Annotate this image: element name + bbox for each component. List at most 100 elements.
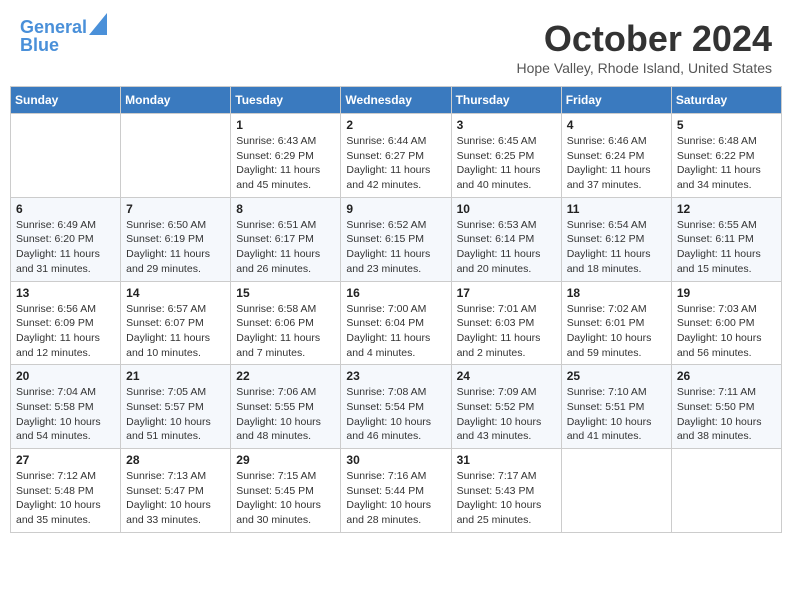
day-number: 29	[236, 453, 335, 467]
month-title: October 2024	[516, 18, 772, 60]
day-number: 28	[126, 453, 225, 467]
calendar-cell: 24 Sunrise: 7:09 AMSunset: 5:52 PMDayligh…	[451, 365, 561, 449]
day-info: Sunrise: 6:50 AMSunset: 6:19 PMDaylight:…	[126, 218, 225, 277]
day-info: Sunrise: 7:02 AMSunset: 6:01 PMDaylight:…	[567, 302, 666, 361]
day-number: 8	[236, 202, 335, 216]
day-number: 16	[346, 286, 445, 300]
day-number: 6	[16, 202, 115, 216]
day-number: 2	[346, 118, 445, 132]
day-number: 21	[126, 369, 225, 383]
calendar-cell: 14 Sunrise: 6:57 AMSunset: 6:07 PMDayligh…	[121, 281, 231, 365]
calendar-cell: 28 Sunrise: 7:13 AMSunset: 5:47 PMDayligh…	[121, 449, 231, 533]
day-info: Sunrise: 6:43 AMSunset: 6:29 PMDaylight:…	[236, 134, 335, 193]
day-number: 26	[677, 369, 776, 383]
day-info: Sunrise: 7:12 AMSunset: 5:48 PMDaylight:…	[16, 469, 115, 528]
weekday-header: Wednesday	[341, 87, 451, 114]
page-header: General Blue October 2024 Hope Valley, R…	[10, 10, 782, 80]
calendar-cell: 29 Sunrise: 7:15 AMSunset: 5:45 PMDayligh…	[231, 449, 341, 533]
day-info: Sunrise: 7:05 AMSunset: 5:57 PMDaylight:…	[126, 385, 225, 444]
day-info: Sunrise: 7:10 AMSunset: 5:51 PMDaylight:…	[567, 385, 666, 444]
calendar-week-row: 20Sunrise: 7:04 AMSunset: 5:58 PMDayligh…	[11, 365, 782, 449]
day-number: 7	[126, 202, 225, 216]
day-number: 10	[457, 202, 556, 216]
day-info: Sunrise: 6:56 AMSunset: 6:09 PMDaylight:…	[16, 302, 115, 361]
day-number: 3	[457, 118, 556, 132]
day-info: Sunrise: 7:15 AMSunset: 5:45 PMDaylight:…	[236, 469, 335, 528]
calendar-cell: 2 Sunrise: 6:44 AMSunset: 6:27 PMDaylight…	[341, 114, 451, 198]
day-info: Sunrise: 7:17 AMSunset: 5:43 PMDaylight:…	[457, 469, 556, 528]
day-number: 12	[677, 202, 776, 216]
day-info: Sunrise: 6:52 AMSunset: 6:15 PMDaylight:…	[346, 218, 445, 277]
calendar-cell: 8 Sunrise: 6:51 AMSunset: 6:17 PMDaylight…	[231, 197, 341, 281]
calendar-week-row: 13 Sunrise: 6:56 AMSunset: 6:09 PMDayligh…	[11, 281, 782, 365]
day-info: Sunrise: 6:51 AMSunset: 6:17 PMDaylight:…	[236, 218, 335, 277]
title-section: October 2024 Hope Valley, Rhode Island, …	[516, 18, 772, 76]
day-number: 30	[346, 453, 445, 467]
day-number: 9	[346, 202, 445, 216]
calendar-cell: 27 Sunrise: 7:12 AMSunset: 5:48 PMDayligh…	[11, 449, 121, 533]
day-info: Sunrise: 7:00 AMSunset: 6:04 PMDaylight:…	[346, 302, 445, 361]
calendar-week-row: 1 Sunrise: 6:43 AMSunset: 6:29 PMDaylight…	[11, 114, 782, 198]
calendar-cell: 16 Sunrise: 7:00 AMSunset: 6:04 PMDayligh…	[341, 281, 451, 365]
calendar-cell: 6 Sunrise: 6:49 AMSunset: 6:20 PMDaylight…	[11, 197, 121, 281]
calendar-week-row: 27 Sunrise: 7:12 AMSunset: 5:48 PMDayligh…	[11, 449, 782, 533]
calendar-cell: 9 Sunrise: 6:52 AMSunset: 6:15 PMDaylight…	[341, 197, 451, 281]
calendar-cell: 30Sunrise: 7:16 AMSunset: 5:44 PMDayligh…	[341, 449, 451, 533]
day-info: Sunrise: 6:49 AMSunset: 6:20 PMDaylight:…	[16, 218, 115, 277]
day-info: Sunrise: 7:01 AMSunset: 6:03 PMDaylight:…	[457, 302, 556, 361]
logo-icon	[89, 13, 107, 35]
day-number: 14	[126, 286, 225, 300]
calendar-cell	[11, 114, 121, 198]
calendar-cell: 12 Sunrise: 6:55 AMSunset: 6:11 PMDayligh…	[671, 197, 781, 281]
day-number: 22	[236, 369, 335, 383]
logo: General Blue	[20, 18, 107, 56]
calendar-cell: 21 Sunrise: 7:05 AMSunset: 5:57 PMDayligh…	[121, 365, 231, 449]
day-info: Sunrise: 6:44 AMSunset: 6:27 PMDaylight:…	[346, 134, 445, 193]
calendar-cell: 19Sunrise: 7:03 AMSunset: 6:00 PMDayligh…	[671, 281, 781, 365]
weekday-header: Thursday	[451, 87, 561, 114]
calendar-cell: 1 Sunrise: 6:43 AMSunset: 6:29 PMDaylight…	[231, 114, 341, 198]
day-number: 1	[236, 118, 335, 132]
day-info: Sunrise: 6:53 AMSunset: 6:14 PMDaylight:…	[457, 218, 556, 277]
day-info: Sunrise: 7:13 AMSunset: 5:47 PMDaylight:…	[126, 469, 225, 528]
calendar-cell: 3Sunrise: 6:45 AMSunset: 6:25 PMDaylight…	[451, 114, 561, 198]
day-number: 20	[16, 369, 115, 383]
day-number: 25	[567, 369, 666, 383]
calendar-cell: 5Sunrise: 6:48 AMSunset: 6:22 PMDaylight…	[671, 114, 781, 198]
weekday-header: Saturday	[671, 87, 781, 114]
calendar-week-row: 6 Sunrise: 6:49 AMSunset: 6:20 PMDaylight…	[11, 197, 782, 281]
day-info: Sunrise: 6:54 AMSunset: 6:12 PMDaylight:…	[567, 218, 666, 277]
location-subtitle: Hope Valley, Rhode Island, United States	[516, 60, 772, 76]
day-number: 18	[567, 286, 666, 300]
day-number: 31	[457, 453, 556, 467]
calendar-cell	[671, 449, 781, 533]
day-number: 27	[16, 453, 115, 467]
calendar-cell: 25 Sunrise: 7:10 AMSunset: 5:51 PMDayligh…	[561, 365, 671, 449]
calendar-cell: 13 Sunrise: 6:56 AMSunset: 6:09 PMDayligh…	[11, 281, 121, 365]
day-number: 15	[236, 286, 335, 300]
day-number: 17	[457, 286, 556, 300]
calendar-cell: 11Sunrise: 6:54 AMSunset: 6:12 PMDayligh…	[561, 197, 671, 281]
calendar-cell: 22Sunrise: 7:06 AMSunset: 5:55 PMDayligh…	[231, 365, 341, 449]
day-info: Sunrise: 6:58 AMSunset: 6:06 PMDaylight:…	[236, 302, 335, 361]
day-info: Sunrise: 7:08 AMSunset: 5:54 PMDaylight:…	[346, 385, 445, 444]
calendar-table: SundayMondayTuesdayWednesdayThursdayFrid…	[10, 86, 782, 533]
day-info: Sunrise: 6:57 AMSunset: 6:07 PMDaylight:…	[126, 302, 225, 361]
weekday-header: Sunday	[11, 87, 121, 114]
calendar-cell	[561, 449, 671, 533]
calendar-cell	[121, 114, 231, 198]
day-number: 13	[16, 286, 115, 300]
calendar-cell: 23Sunrise: 7:08 AMSunset: 5:54 PMDayligh…	[341, 365, 451, 449]
calendar-header-row: SundayMondayTuesdayWednesdayThursdayFrid…	[11, 87, 782, 114]
weekday-header: Friday	[561, 87, 671, 114]
calendar-cell: 17 Sunrise: 7:01 AMSunset: 6:03 PMDayligh…	[451, 281, 561, 365]
calendar-cell: 18 Sunrise: 7:02 AMSunset: 6:01 PMDayligh…	[561, 281, 671, 365]
calendar-cell: 20Sunrise: 7:04 AMSunset: 5:58 PMDayligh…	[11, 365, 121, 449]
calendar-cell: 7 Sunrise: 6:50 AMSunset: 6:19 PMDaylight…	[121, 197, 231, 281]
day-number: 4	[567, 118, 666, 132]
day-info: Sunrise: 7:09 AMSunset: 5:52 PMDaylight:…	[457, 385, 556, 444]
day-info: Sunrise: 7:11 AMSunset: 5:50 PMDaylight:…	[677, 385, 776, 444]
calendar-cell: 15 Sunrise: 6:58 AMSunset: 6:06 PMDayligh…	[231, 281, 341, 365]
day-number: 24	[457, 369, 556, 383]
day-info: Sunrise: 6:55 AMSunset: 6:11 PMDaylight:…	[677, 218, 776, 277]
